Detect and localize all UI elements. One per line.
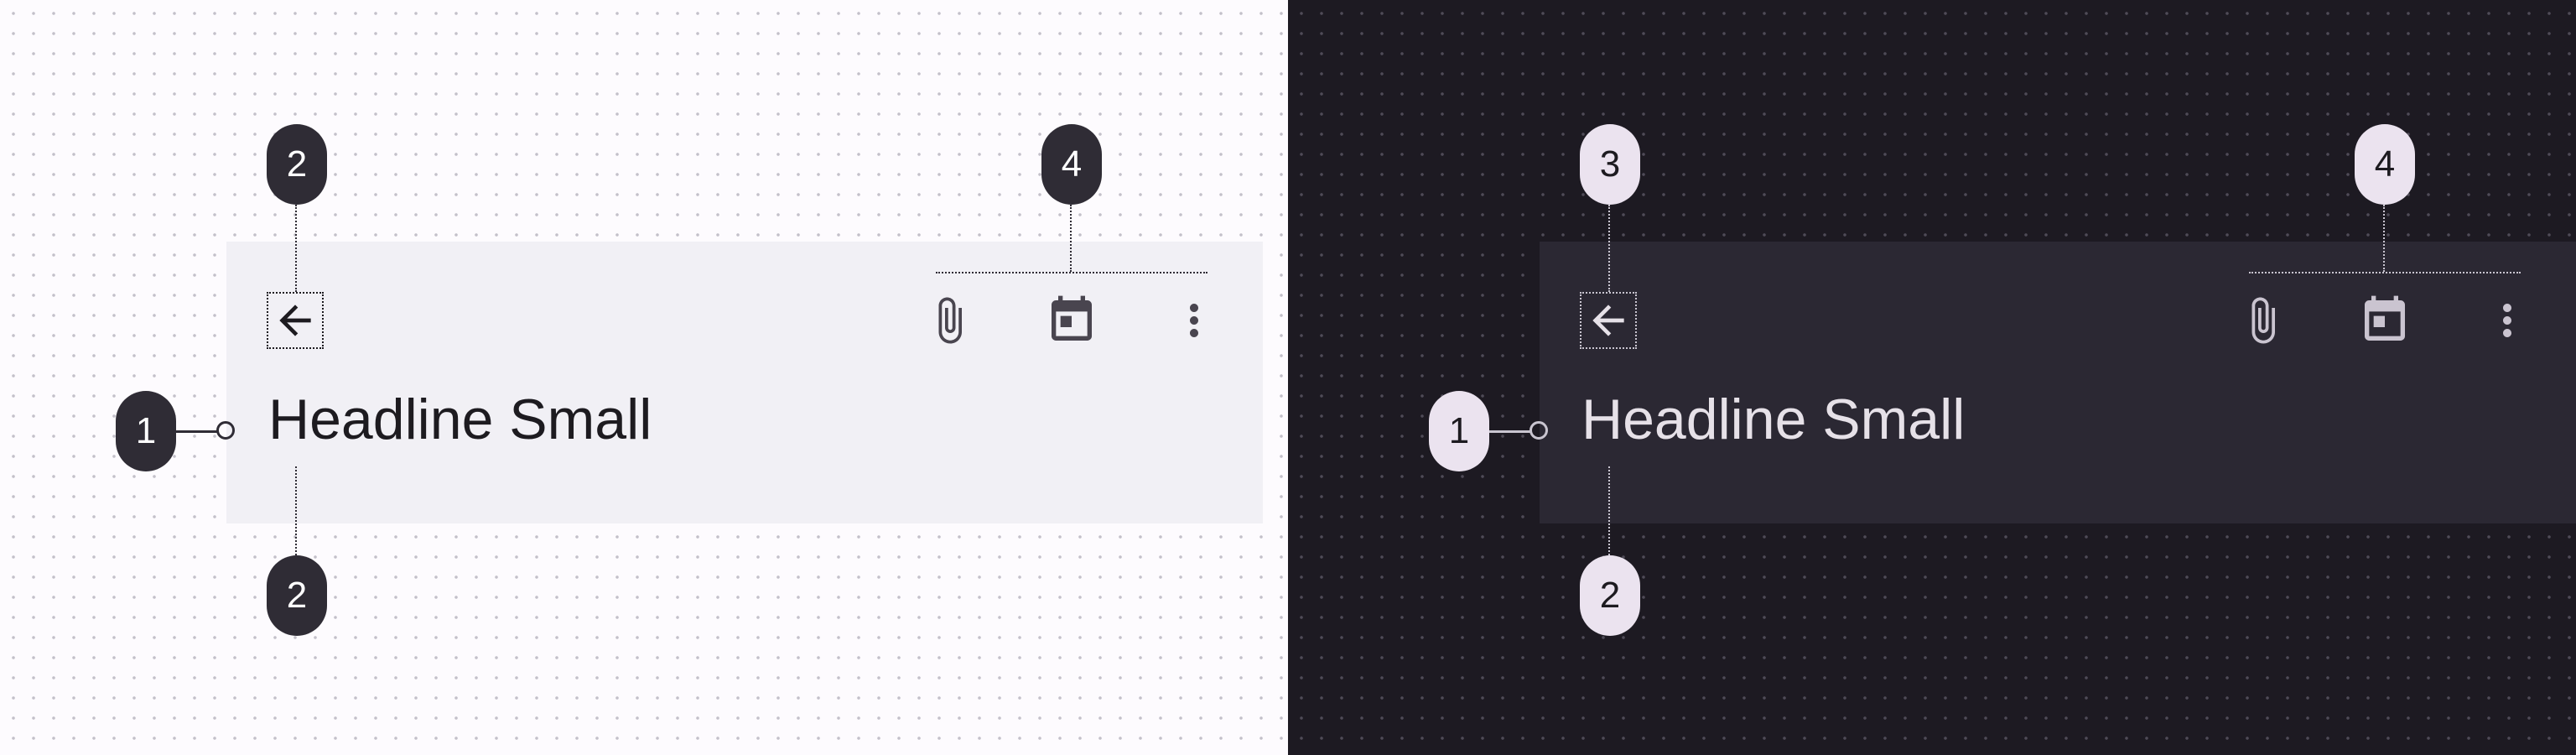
annotation-leader xyxy=(295,205,297,292)
attach-button[interactable] xyxy=(2234,292,2291,349)
annotation-leader xyxy=(1070,205,1072,272)
annotation-bracket xyxy=(2249,272,2521,273)
calendar-button[interactable] xyxy=(2356,292,2413,349)
annotation-leader xyxy=(295,466,297,559)
more-vert-icon xyxy=(1190,304,1198,337)
dark-theme-panel: Headline Small 3 4 1 2 xyxy=(1288,0,2576,755)
calendar-button[interactable] xyxy=(1043,292,1100,349)
annotation-marker xyxy=(1530,421,1548,440)
navigation-button[interactable] xyxy=(267,292,324,349)
arrow-back-icon xyxy=(279,305,311,336)
calendar-icon xyxy=(2365,295,2405,341)
headline-title: Headline Small xyxy=(1581,388,1966,451)
annotation-badge-actions: 4 xyxy=(2355,124,2415,205)
annotation-badge-headline: 1 xyxy=(116,391,176,471)
headline-title: Headline Small xyxy=(268,388,652,451)
annotation-leader xyxy=(1608,205,1610,292)
annotation-badge-headline: 1 xyxy=(1429,391,1489,471)
arrow-back-icon xyxy=(1592,305,1624,336)
more-options-button[interactable] xyxy=(1166,292,1223,349)
annotation-badge-nav: 3 xyxy=(1580,124,1640,205)
annotation-leader xyxy=(1489,430,1531,433)
more-vert-icon xyxy=(2503,304,2511,337)
annotation-leader xyxy=(176,430,218,433)
annotation-badge-nav: 2 xyxy=(267,124,327,205)
annotation-badge-actions: 4 xyxy=(1041,124,1102,205)
attach-button[interactable] xyxy=(921,292,978,349)
annotation-marker xyxy=(216,421,235,440)
attachment-icon xyxy=(2251,297,2275,344)
annotation-badge-bottom: 2 xyxy=(1580,555,1640,636)
annotation-leader xyxy=(2383,205,2385,272)
more-options-button[interactable] xyxy=(2479,292,2536,349)
attachment-icon xyxy=(938,297,962,344)
light-theme-panel: Headline Small 2 4 1 2 xyxy=(0,0,1288,755)
annotation-bracket xyxy=(936,272,1208,273)
top-app-bar: Headline Small xyxy=(1540,242,2576,523)
calendar-icon xyxy=(1052,295,1092,341)
top-app-bar: Headline Small xyxy=(226,242,1263,523)
navigation-button[interactable] xyxy=(1580,292,1637,349)
annotation-leader xyxy=(1608,466,1610,559)
annotation-badge-bottom: 2 xyxy=(267,555,327,636)
